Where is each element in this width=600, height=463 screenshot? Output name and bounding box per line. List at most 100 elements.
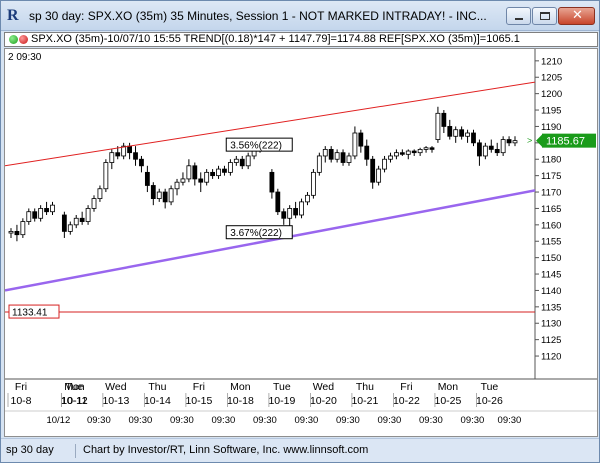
- candle-up: [287, 208, 293, 219]
- investor-rt-logo-icon[interactable]: R: [7, 7, 23, 25]
- candle-up: [346, 155, 352, 163]
- candle-down: [198, 178, 204, 183]
- price-tick-label: 1150: [541, 253, 561, 264]
- candle-down: [127, 145, 132, 154]
- day-of-week-label: Wed: [105, 381, 127, 393]
- candle-down: [133, 152, 138, 160]
- candle-down: [364, 145, 370, 160]
- candle-down: [275, 191, 281, 213]
- candle-up: [109, 152, 115, 163]
- candle-down: [239, 158, 245, 167]
- time-tick-label: 09:30: [461, 415, 485, 426]
- candle-down: [222, 168, 227, 173]
- candle-down: [210, 171, 216, 177]
- price-tick-label: 1130: [541, 319, 561, 330]
- price-tick-label: 1200: [541, 89, 562, 100]
- date-label: 10-8: [10, 395, 31, 407]
- chart-area[interactable]: 1120 1125 1130 1135 1140 1145 1150 1155 1160 1165…: [4, 48, 598, 437]
- time-tick-label: 09:30: [336, 415, 360, 426]
- candle-down: [144, 171, 150, 186]
- candle-down: [328, 149, 334, 160]
- candle-down: [79, 217, 85, 222]
- candle-down: [494, 149, 500, 154]
- candle-down: [162, 191, 168, 203]
- candle-up: [180, 178, 186, 183]
- date-label: 10-19: [268, 395, 295, 407]
- candle-up: [465, 132, 470, 137]
- plot-background: [5, 49, 535, 380]
- status-credit: Chart by Investor/RT, Linn Software, Inc…: [83, 444, 369, 456]
- chart-window: R sp 30 day: SPX.XO (35m) 35 Minutes, Se…: [0, 0, 600, 463]
- candle-up: [352, 132, 358, 157]
- candle-up: [85, 208, 91, 222]
- window-title: sp 30 day: SPX.XO (35m) 35 Minutes, Sess…: [29, 9, 487, 23]
- candle-up: [186, 165, 192, 180]
- time-tick-label: 09:30: [295, 415, 319, 426]
- date-label: 10-20: [310, 395, 337, 407]
- status-green-icon[interactable]: [9, 35, 18, 44]
- date-label: 10-12: [61, 395, 88, 407]
- channel-annotation-label: 3.67%(222): [230, 228, 282, 239]
- last-price-label: 1185.67: [546, 136, 585, 148]
- candle-up: [26, 211, 32, 222]
- candle-up: [91, 198, 97, 209]
- candle-up: [227, 162, 233, 173]
- candle-up: [482, 145, 488, 157]
- chart-info-text: SPX.XO (35m)-10/07/10 15:55 TREND[(0.18)…: [31, 33, 520, 45]
- minimize-icon: [515, 18, 523, 20]
- candle-down: [150, 185, 156, 199]
- maximize-icon: [540, 12, 550, 20]
- candle-up: [38, 208, 44, 219]
- candle-down: [399, 152, 405, 155]
- price-tick-label: 1160: [541, 220, 561, 231]
- candle-up: [8, 230, 14, 234]
- chart-info-bar: SPX.XO (35m)-10/07/10 15:55 TREND[(0.18)…: [4, 32, 598, 47]
- time-tick-label: 09:30: [498, 415, 522, 426]
- time-tick-label: 09:30: [253, 415, 277, 426]
- candle-down: [340, 152, 346, 163]
- candle-up: [245, 155, 251, 167]
- title-bar[interactable]: R sp 30 day: SPX.XO (35m) 35 Minutes, Se…: [1, 1, 599, 31]
- day-of-week-label: Wed: [313, 381, 335, 393]
- candle-down: [441, 112, 447, 127]
- date-label: 10-13: [102, 395, 129, 407]
- candle-up: [322, 149, 328, 157]
- minimize-button[interactable]: [506, 7, 531, 25]
- candle-up: [174, 181, 180, 190]
- candle-up: [500, 139, 506, 154]
- session-start-label: 2 09:30: [8, 52, 42, 63]
- candle-up: [512, 140, 518, 144]
- date-label: 10-21: [351, 395, 378, 407]
- date-label: 10-26: [476, 395, 503, 407]
- price-tick-label: 1190: [541, 122, 561, 133]
- candle-up: [334, 152, 340, 160]
- candle-down: [269, 171, 275, 193]
- maximize-button[interactable]: [532, 7, 557, 25]
- candle-up: [423, 147, 429, 150]
- candle-up: [73, 217, 79, 226]
- candle-down: [358, 132, 364, 147]
- date-tick-label: 10/12: [46, 415, 70, 426]
- candlestick-chart[interactable]: 1120 1125 1130 1135 1140 1145 1150 1155 1160 1165…: [4, 49, 597, 436]
- candle-down: [447, 126, 453, 137]
- status-chart-name: sp 30 day: [6, 444, 76, 458]
- candle-up: [299, 201, 304, 216]
- candle-up: [316, 155, 322, 173]
- candle-down: [44, 208, 49, 213]
- candle-down: [61, 214, 67, 232]
- candle-down: [477, 142, 482, 157]
- candle-up: [388, 155, 393, 160]
- price-tick-label: 1165: [541, 204, 561, 215]
- candle-up: [233, 158, 239, 163]
- candle-up: [156, 191, 162, 199]
- status-bar: sp 30 day Chart by Investor/RT, Linn Sof…: [1, 438, 599, 462]
- close-button[interactable]: ✕: [558, 7, 595, 25]
- price-tick-label: 1135: [541, 302, 561, 313]
- status-red-icon[interactable]: [19, 35, 28, 44]
- candle-up: [376, 168, 382, 183]
- candle-up: [67, 224, 73, 232]
- day-of-week-label: Fri: [15, 381, 27, 393]
- date-label: 10-22: [393, 395, 420, 407]
- candle-up: [216, 168, 221, 177]
- candle-up: [20, 221, 26, 236]
